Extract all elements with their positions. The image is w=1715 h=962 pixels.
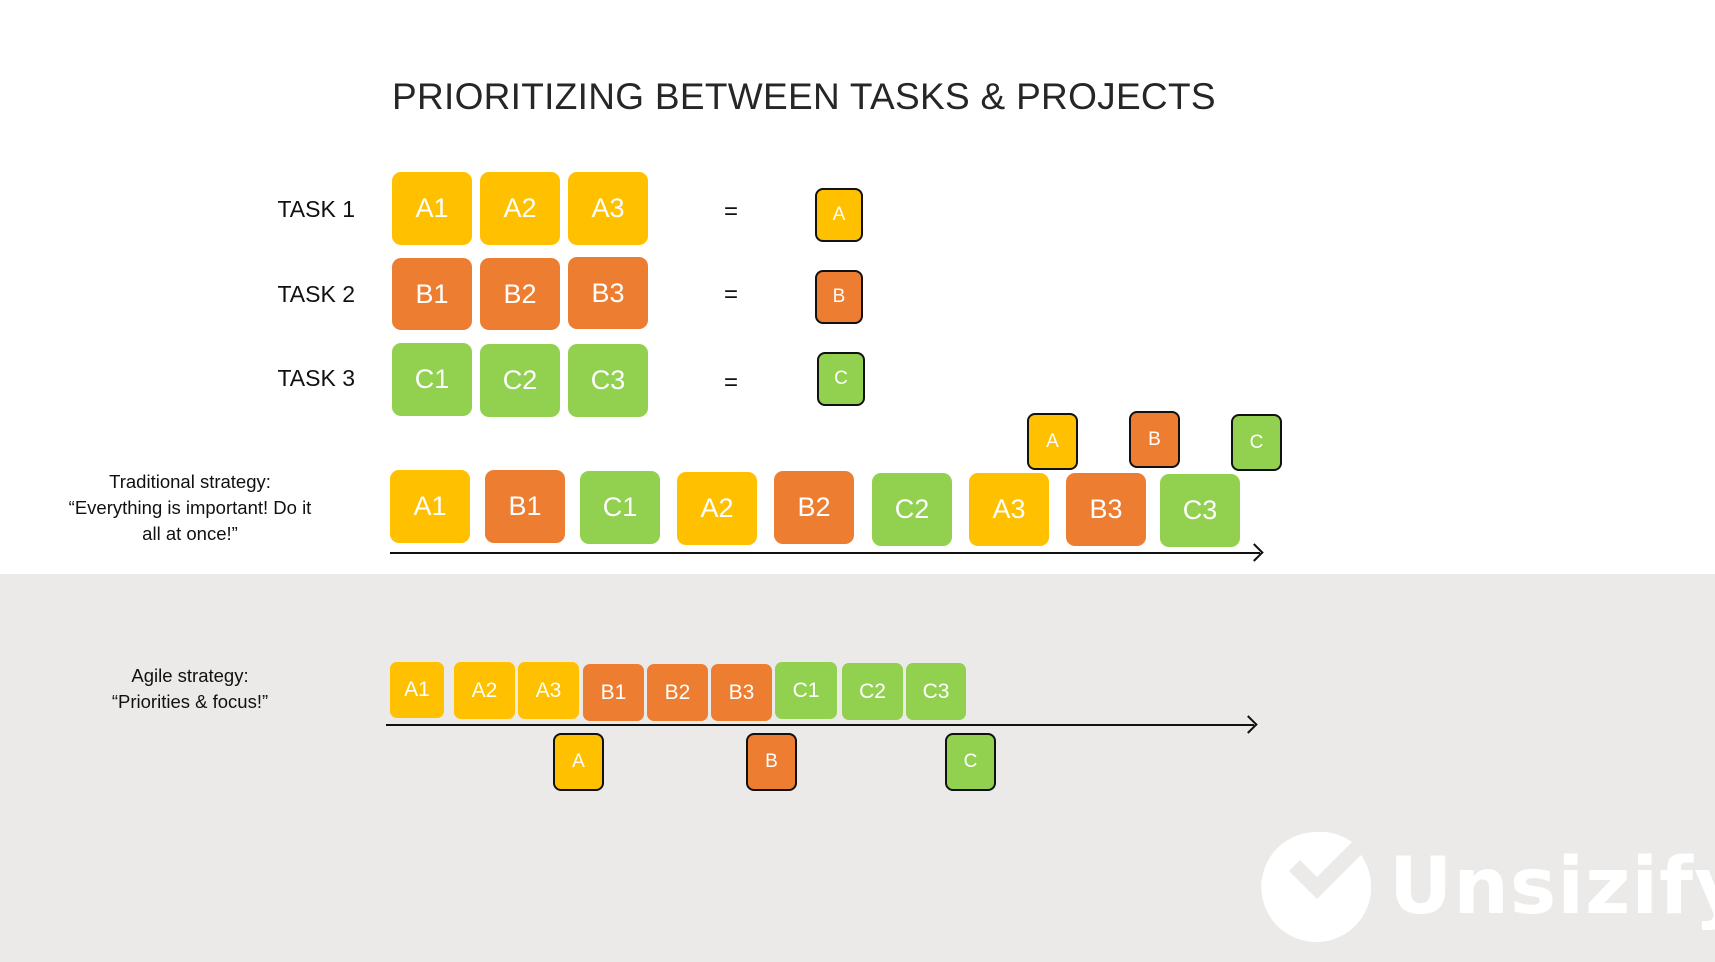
agile-caption-line-1: Agile strategy: <box>131 665 249 686</box>
task-1-label: TASK 1 <box>277 196 355 222</box>
task-2-subtask-b2: B2 <box>480 258 560 330</box>
task-3-subtask-c2: C2 <box>480 344 560 417</box>
agile-block-4: B1 <box>583 664 644 721</box>
task-1-subtask-a1: A1 <box>392 172 472 245</box>
traditional-block-5: B2 <box>774 471 854 544</box>
traditional-caption-line-2: “Everything is important! Do it <box>68 497 312 518</box>
task-2-subtask-b1: B1 <box>392 258 472 330</box>
check-circle-icon <box>1261 832 1371 942</box>
task-3-result: C <box>817 352 865 406</box>
agile-result-a: A <box>553 733 604 791</box>
equals-sign-1: = <box>723 198 738 225</box>
traditional-caption-line-3: all at once!” <box>142 523 238 544</box>
equals-sign-2: = <box>723 281 738 308</box>
traditional-result-c: C <box>1231 414 1282 471</box>
traditional-result-b: B <box>1129 411 1180 468</box>
task-2-result: B <box>815 270 863 324</box>
traditional-block-2: B1 <box>485 470 565 543</box>
agile-block-8: C2 <box>842 663 903 720</box>
agile-timeline-arrow <box>386 724 1254 726</box>
agile-block-9: C3 <box>906 663 966 720</box>
task-2-label: TASK 2 <box>277 281 355 307</box>
traditional-result-a: A <box>1027 413 1078 470</box>
traditional-caption-line-1: Traditional strategy: <box>109 471 271 492</box>
traditional-timeline-arrow <box>390 552 1260 554</box>
traditional-block-8: B3 <box>1066 473 1146 546</box>
agile-block-6: B3 <box>711 664 772 721</box>
logo-text: Unsizify <box>1389 842 1715 932</box>
task-1-subtask-a2: A2 <box>480 172 560 245</box>
agile-block-1: A1 <box>390 662 444 718</box>
page-title: PRIORITIZING BETWEEN TASKS & PROJECTS <box>392 76 1216 117</box>
traditional-block-6: C2 <box>872 473 952 546</box>
agile-result-b: B <box>746 733 797 791</box>
traditional-block-9: C3 <box>1160 474 1240 547</box>
agile-block-2: A2 <box>454 662 515 719</box>
agile-block-5: B2 <box>647 664 708 721</box>
task-1-result: A <box>815 188 863 242</box>
agile-caption: Agile strategy: “Priorities & focus!” <box>30 663 350 715</box>
agile-block-7: C1 <box>775 662 837 719</box>
task-3-subtask-c1: C1 <box>392 343 472 416</box>
agile-block-3: A3 <box>518 662 579 719</box>
agile-result-c: C <box>945 733 996 791</box>
agile-caption-line-2: “Priorities & focus!” <box>111 691 269 712</box>
task-1-subtask-a3: A3 <box>568 172 648 245</box>
unsizify-logo: Unsizify <box>1261 832 1715 942</box>
task-2-subtask-b3: B3 <box>568 257 648 329</box>
traditional-block-3: C1 <box>580 471 660 544</box>
task-3-subtask-c3: C3 <box>568 344 648 417</box>
traditional-caption: Traditional strategy: “Everything is imp… <box>30 469 350 547</box>
task-3-label: TASK 3 <box>277 365 355 391</box>
equals-sign-3: = <box>723 369 738 396</box>
traditional-block-4: A2 <box>677 472 757 545</box>
traditional-block-7: A3 <box>969 473 1049 546</box>
traditional-block-1: A1 <box>390 470 470 543</box>
